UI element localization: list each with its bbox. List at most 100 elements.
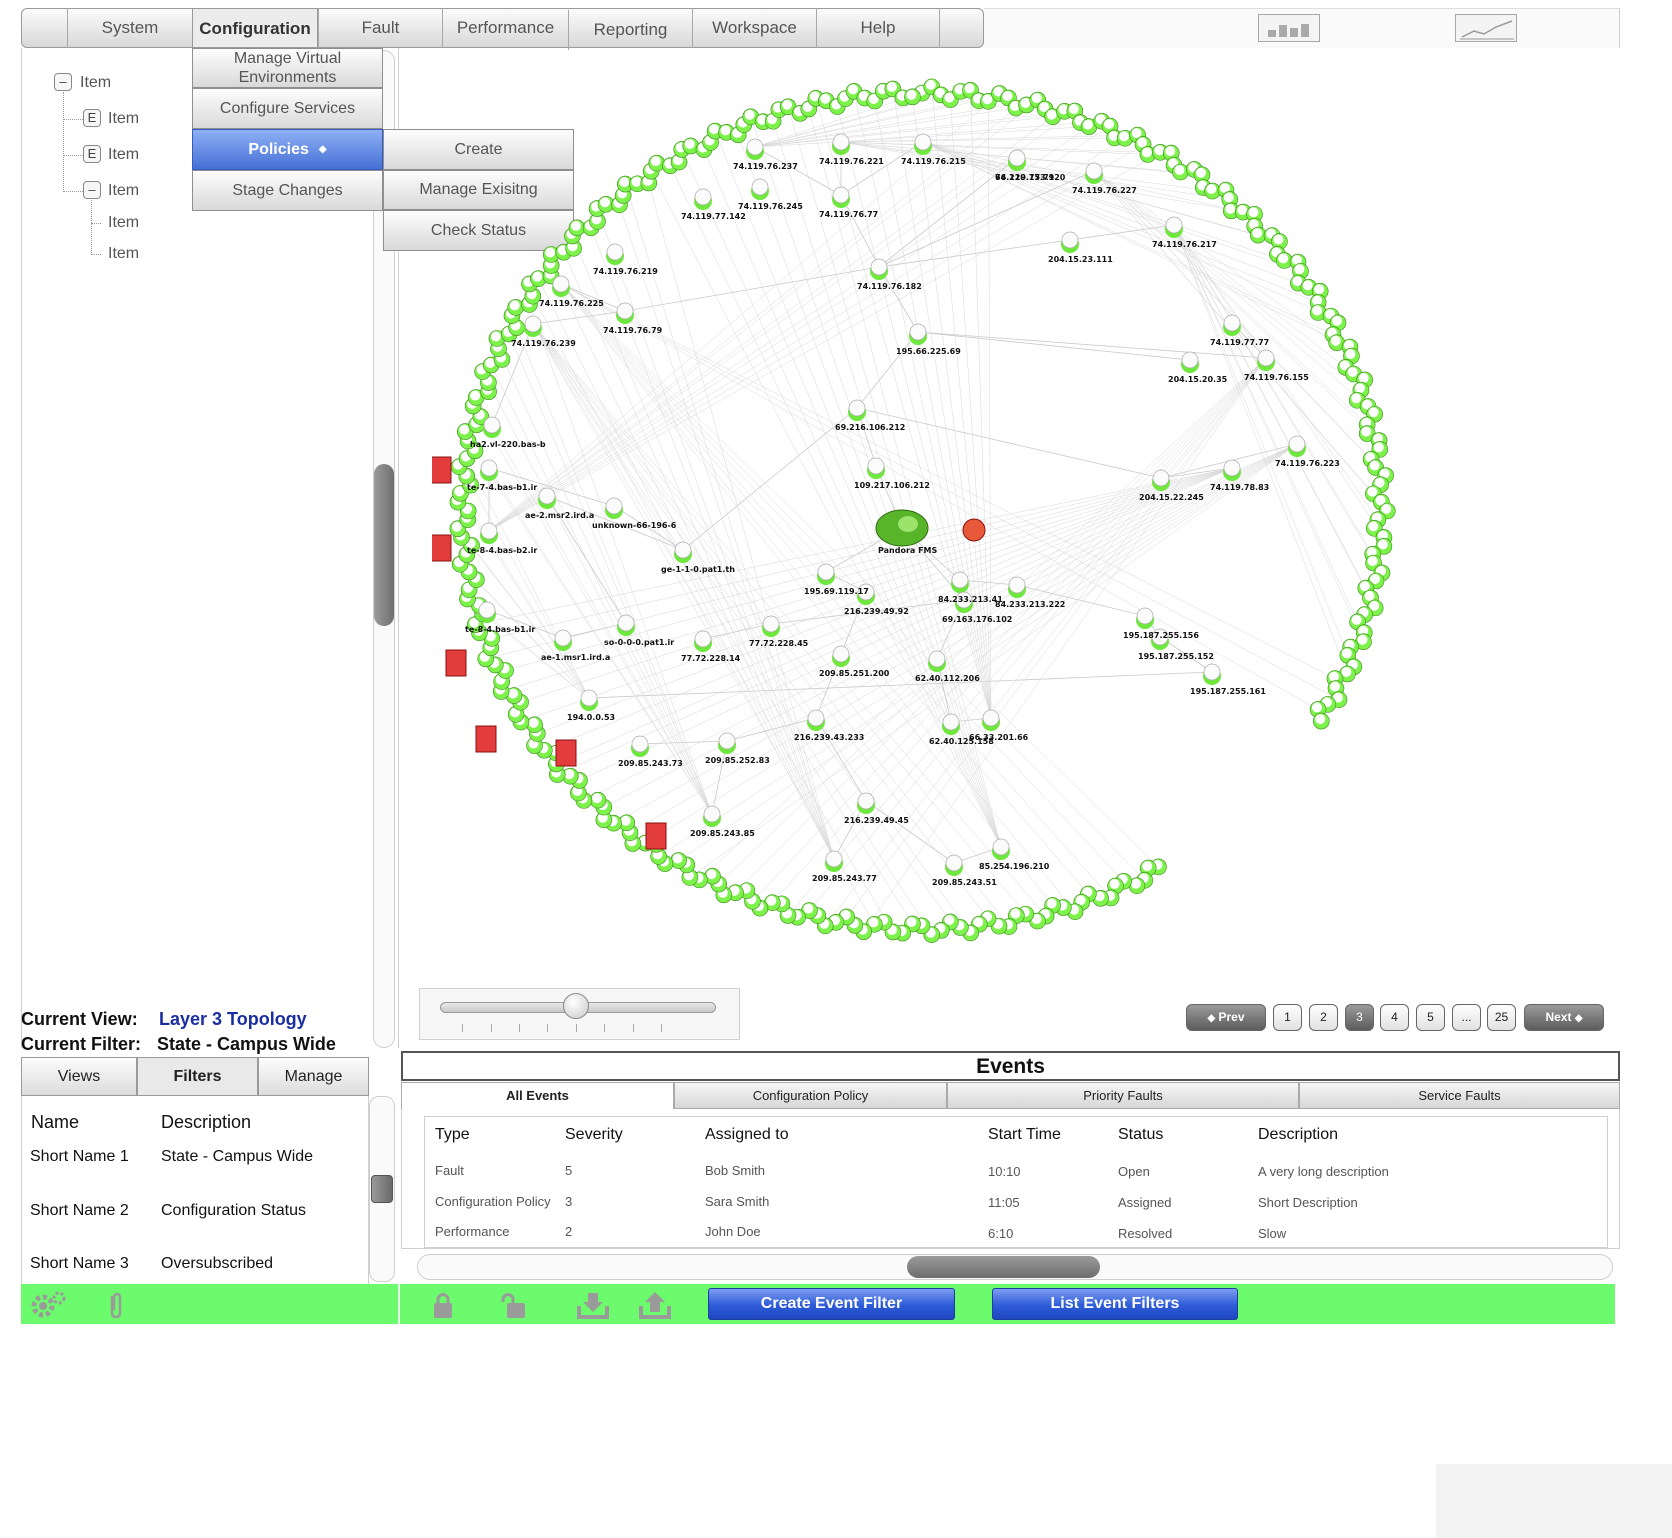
device-node-body[interactable]	[554, 629, 572, 647]
node-label[interactable]: 109.217.106.212	[854, 481, 930, 490]
menu-configure-services[interactable]: Configure Services	[192, 88, 383, 129]
node-label[interactable]: 74.119.76.221	[819, 157, 884, 166]
ring-node-highlight[interactable]	[509, 300, 520, 311]
topology-link[interactable]	[863, 357, 1267, 932]
ring-node-highlight[interactable]	[1347, 367, 1358, 378]
ring-node-highlight[interactable]	[720, 125, 731, 136]
node-label[interactable]: 74.119.76.223	[1275, 459, 1340, 468]
node-label[interactable]: ha2.vl-220.bas-b	[470, 440, 546, 449]
topology-link[interactable]	[825, 357, 1267, 926]
ring-node-highlight[interactable]	[1351, 614, 1362, 625]
event-cell-description[interactable]: Short Description	[1258, 1195, 1358, 1210]
node-label[interactable]: 74.119.77.142	[681, 212, 746, 221]
device-node-body[interactable]	[694, 188, 712, 206]
device-node-body[interactable]	[832, 186, 850, 204]
menu-policies[interactable]: Policies ◆	[192, 129, 383, 170]
ring-node-highlight[interactable]	[1082, 119, 1093, 130]
event-cell-start-time[interactable]: 10:10	[988, 1164, 1021, 1179]
topology-link[interactable]	[645, 443, 1298, 844]
node-label[interactable]: 77.72.228.14	[681, 654, 741, 663]
device-node-body[interactable]	[1085, 162, 1103, 180]
filter-row-name[interactable]: Short Name 2	[30, 1202, 129, 1220]
node-label[interactable]: 209.85.252.83	[705, 756, 770, 765]
device-node-body[interactable]	[867, 457, 885, 475]
ring-node-highlight[interactable]	[1364, 590, 1375, 601]
column-header-start-time[interactable]: Start Time	[988, 1126, 1061, 1144]
device-node-body[interactable]	[832, 133, 850, 151]
ring-node-highlight[interactable]	[1206, 184, 1217, 195]
event-cell-severity[interactable]: 2	[565, 1224, 572, 1239]
current-view-value[interactable]: Layer 3 Topology	[159, 1009, 307, 1030]
list-event-filters-button[interactable]: List Event Filters	[992, 1288, 1238, 1320]
device-node-body[interactable]	[982, 709, 1000, 727]
ring-node-highlight[interactable]	[600, 197, 611, 208]
ring-node-highlight[interactable]	[631, 176, 642, 187]
tree-collapse-toggle[interactable]: –	[83, 181, 101, 199]
ring-node-highlight[interactable]	[706, 869, 717, 880]
pandora-fms-label[interactable]: Pandora FMS	[878, 546, 938, 555]
ring-node-highlight[interactable]	[1248, 207, 1259, 218]
ring-node-highlight[interactable]	[1345, 349, 1356, 360]
device-node-body[interactable]	[580, 689, 598, 707]
ring-node-highlight[interactable]	[1367, 486, 1378, 497]
node-label[interactable]: 74.119.76.227	[1072, 186, 1137, 195]
topology-link[interactable]	[532, 323, 894, 933]
node-label[interactable]: ge-1-1-0.pat1.th	[661, 565, 735, 574]
device-node-body[interactable]	[674, 541, 692, 559]
device-node-body[interactable]	[825, 850, 843, 868]
node-label[interactable]: 62.40.112.206	[915, 674, 980, 683]
event-cell-start-time[interactable]: 6:10	[988, 1226, 1013, 1241]
ring-node-highlight[interactable]	[1341, 666, 1352, 677]
ring-node-highlight[interactable]	[1381, 504, 1392, 514]
device-node-body[interactable]	[524, 315, 542, 333]
ring-node-highlight[interactable]	[532, 271, 543, 282]
ring-node-highlight[interactable]	[650, 156, 661, 167]
unlock-icon[interactable]	[499, 1290, 531, 1320]
next-page-button[interactable]: Next ◆	[1524, 1004, 1604, 1031]
topology-link[interactable]	[488, 116, 1053, 532]
ring-node-highlight[interactable]	[1329, 681, 1340, 692]
ring-node-highlight[interactable]	[508, 688, 519, 699]
ring-node-highlight[interactable]	[1119, 131, 1130, 142]
tree-collapse-toggle[interactable]: –	[54, 73, 72, 91]
device-node-body[interactable]	[914, 133, 932, 151]
event-cell-description[interactable]: A very long description	[1258, 1164, 1389, 1179]
prev-page-button[interactable]: ◆ Prev	[1186, 1004, 1266, 1031]
filter-row-name[interactable]: Short Name 1	[30, 1148, 129, 1166]
tab-priority-faults[interactable]: Priority Faults	[947, 1082, 1299, 1109]
ring-node-highlight[interactable]	[1273, 234, 1284, 245]
ring-node-highlight[interactable]	[1010, 908, 1021, 919]
ring-node-highlight[interactable]	[1225, 203, 1236, 214]
topology-link[interactable]	[856, 407, 1162, 479]
event-cell-type[interactable]: Performance	[435, 1224, 509, 1239]
ring-node-highlight[interactable]	[1332, 315, 1343, 326]
node-label[interactable]: 74.119.76.215	[901, 157, 966, 166]
filter-row-description[interactable]: Configuration Status	[161, 1202, 306, 1220]
alert-node[interactable]	[430, 534, 452, 562]
ring-node-highlight[interactable]	[964, 83, 975, 94]
ring-node-highlight[interactable]	[620, 815, 631, 826]
ring-node-highlight[interactable]	[1369, 460, 1380, 471]
page-button-current[interactable]: 3	[1345, 1004, 1374, 1031]
topology-link[interactable]	[532, 323, 971, 934]
ring-node-highlight[interactable]	[1361, 426, 1372, 437]
line-chart-icon[interactable]	[1455, 14, 1517, 42]
device-node-body[interactable]	[480, 459, 498, 477]
device-node-body[interactable]	[1288, 435, 1306, 453]
ring-node-highlight[interactable]	[459, 424, 470, 435]
ring-node-highlight[interactable]	[1252, 228, 1263, 239]
node-label[interactable]: so-0-0-0.pat1.ir	[604, 638, 674, 647]
device-node-body[interactable]	[1165, 216, 1183, 234]
node-label[interactable]: 74.119.76.239	[511, 339, 576, 348]
topology-link[interactable]	[560, 283, 1145, 881]
node-label[interactable]: 209.85.243.51	[932, 878, 997, 887]
device-node-body[interactable]	[746, 138, 764, 156]
bar-chart-icon[interactable]	[1258, 14, 1320, 42]
ring-node-highlight[interactable]	[1237, 205, 1248, 216]
device-node-body[interactable]	[951, 571, 969, 589]
ring-node-highlight[interactable]	[1373, 442, 1384, 453]
topology-link[interactable]	[488, 126, 1090, 532]
column-header-type[interactable]: Type	[435, 1126, 470, 1144]
device-node-body[interactable]	[1008, 576, 1026, 594]
node-label[interactable]: te-8-4.bas-b1.ir	[465, 625, 535, 634]
